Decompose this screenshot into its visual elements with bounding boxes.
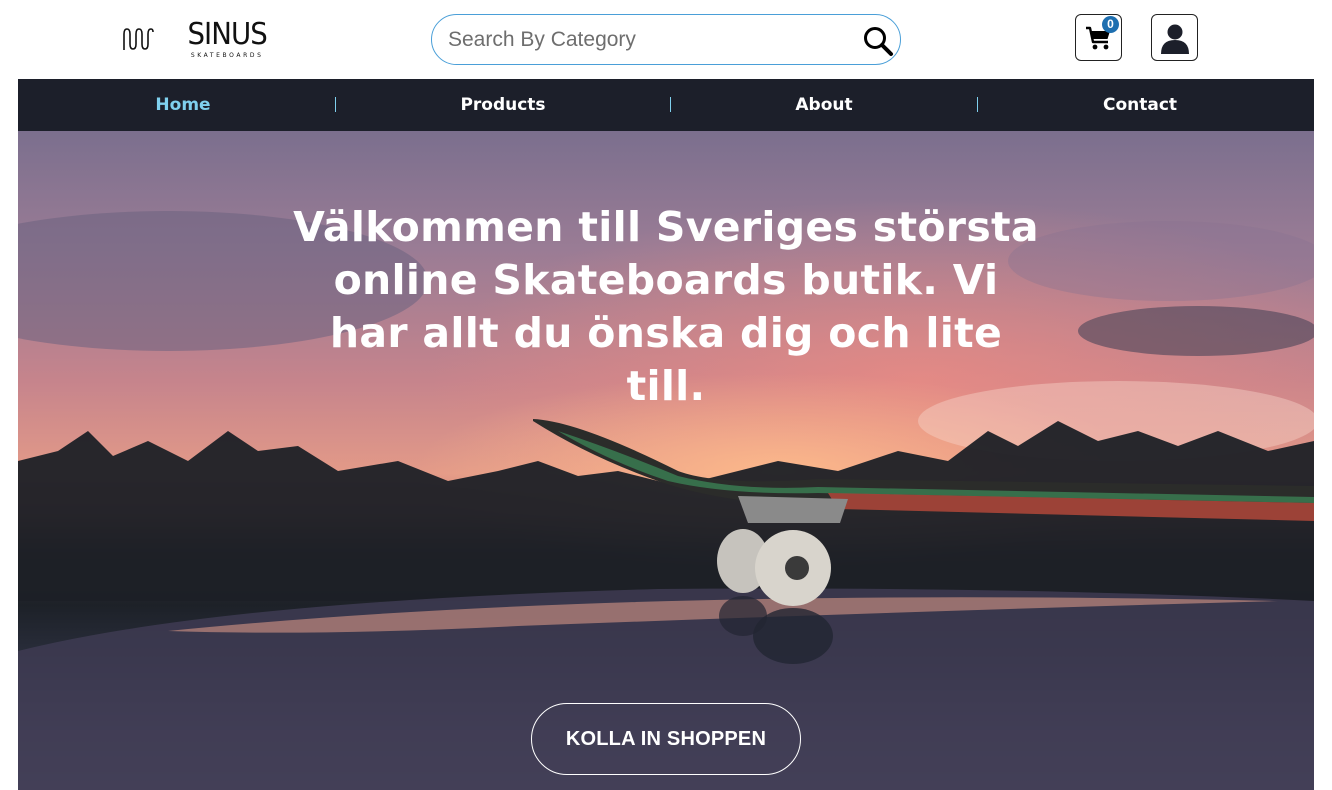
nav-item-contact[interactable]: Contact [1103, 79, 1177, 131]
site-header: SINUS SKATEBOARDS 0 [0, 0, 1332, 79]
shop-now-button[interactable]: KOLLA IN SHOPPEN [531, 703, 801, 775]
brand-wordmark: SINUS SKATEBOARDS [184, 16, 270, 59]
wave-logo-icon [123, 28, 154, 50]
user-account-button[interactable] [1151, 14, 1198, 61]
nav-separator [670, 97, 671, 112]
nav-item-home[interactable]: Home [155, 79, 210, 131]
user-icon [1160, 24, 1189, 54]
brand-name: SINUS [187, 16, 267, 52]
search-bar [431, 14, 901, 65]
nav-item-products[interactable]: Products [460, 79, 545, 131]
search-icon [864, 27, 893, 56]
brand-logo[interactable]: SINUS SKATEBOARDS [122, 16, 270, 62]
cart-button[interactable]: 0 [1075, 14, 1122, 61]
hero-banner: Välkommen till Sveriges största online S… [18, 131, 1314, 790]
hero-title: Välkommen till Sveriges största online S… [293, 203, 1039, 410]
nav-separator [335, 97, 336, 112]
cart-count-badge: 0 [1102, 16, 1119, 33]
search-button[interactable] [860, 23, 896, 59]
main-nav: Home Products About Contact [18, 79, 1314, 131]
nav-separator [977, 97, 978, 112]
nav-item-about[interactable]: About [795, 79, 852, 131]
brand-tagline: SKATEBOARDS [190, 51, 264, 59]
search-input[interactable] [448, 25, 848, 55]
